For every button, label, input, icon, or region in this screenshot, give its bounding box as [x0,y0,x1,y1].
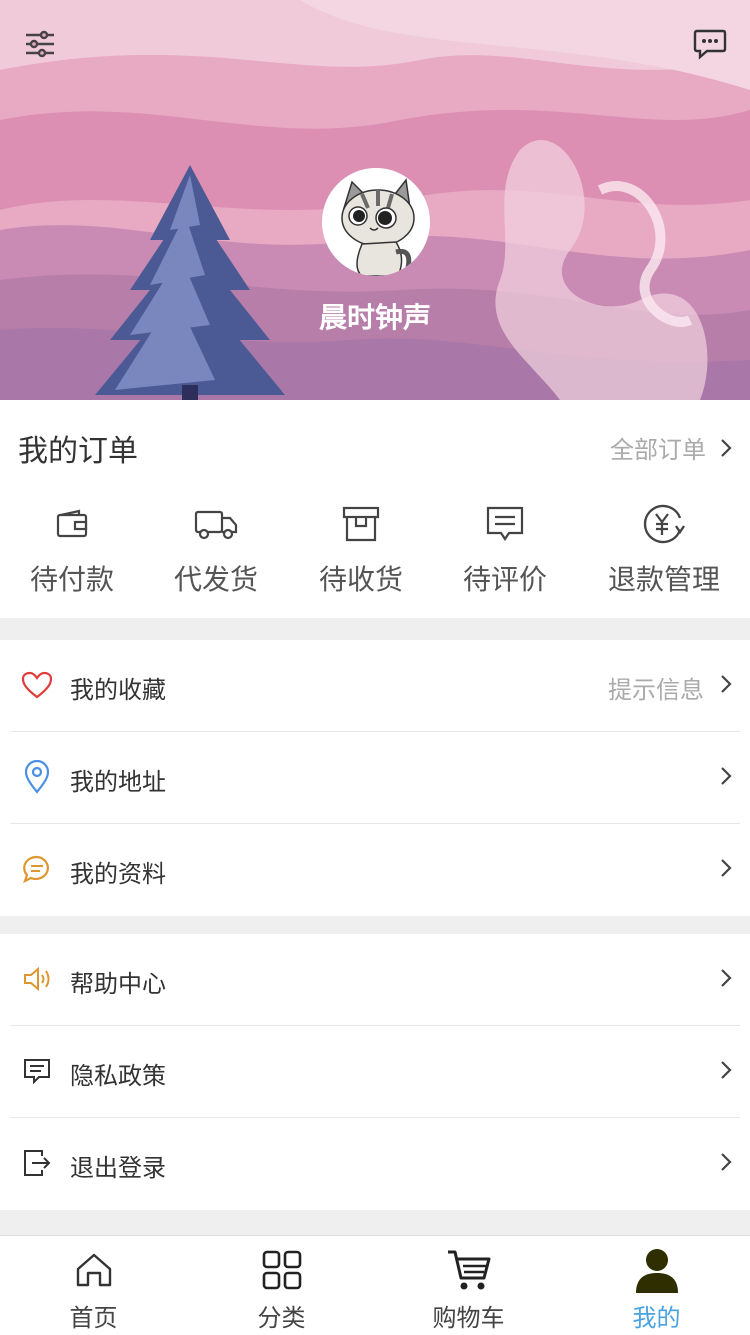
orders-title: 我的订单 [18,434,138,469]
my-orders-section: 我的订单 全部订单 待付款 代发货 待收货 待评价 退款管理 [0,400,750,618]
order-pending-receipt[interactable]: 待收货 [286,500,436,598]
menu-item-help[interactable]: 帮助中心 [0,934,750,1026]
home-icon [74,1248,114,1292]
profile-header: 晨时钟声 [0,0,750,400]
cat-avatar-image [322,168,430,276]
all-orders-label: 全部订单 [610,436,706,464]
wallet-icon [55,500,89,548]
tab-home[interactable]: 首页 [0,1236,187,1335]
order-item-label: 代发货 [173,563,258,596]
refund-icon [642,500,686,548]
box-icon [342,500,380,548]
tab-label: 我的 [632,1304,681,1332]
order-refund-management[interactable]: 退款管理 [589,500,739,598]
user-icon [634,1248,680,1293]
menu-item-label: 退出登录 [70,1154,166,1182]
tab-label: 首页 [69,1304,118,1332]
tab-cart[interactable]: 购物车 [375,1236,562,1335]
menu-item-label: 我的地址 [70,768,166,796]
order-item-label: 待评价 [462,563,547,596]
truck-icon [194,500,238,548]
menu-item-label: 隐私政策 [70,1062,166,1090]
avatar[interactable] [322,168,430,276]
order-pending-review[interactable]: 待评价 [430,500,580,598]
menu-item-profile-info[interactable]: 我的资料 [0,824,750,916]
bottom-tab-bar: 首页 分类 购物车 我的 [0,1235,750,1335]
message-icon [20,1054,54,1088]
menu-item-favorites[interactable]: 我的收藏 提示信息 [0,640,750,732]
tab-label: 分类 [257,1304,306,1332]
menu-item-label: 我的资料 [70,860,166,888]
menu-item-logout[interactable]: 退出登录 [0,1118,750,1210]
order-pending-payment[interactable]: 待付款 [0,500,147,598]
tab-label: 购物车 [432,1304,505,1332]
menu-item-privacy[interactable]: 隐私政策 [0,1026,750,1118]
settings-sliders-icon[interactable] [20,24,60,64]
chevron-right-icon [721,969,732,987]
menu-group-2: 帮助中心 隐私政策 退出登录 [0,934,750,1210]
cart-icon [446,1248,492,1292]
chevron-right-icon [721,1153,732,1171]
chevron-right-icon [721,675,732,693]
tab-mine[interactable]: 我的 [563,1236,750,1335]
order-item-label: 退款管理 [607,563,720,596]
menu-item-hint: 提示信息 [608,676,704,704]
chevron-right-icon [721,1061,732,1079]
menu-group-1: 我的收藏 提示信息 我的地址 我的资料 [0,640,750,916]
chevron-right-icon [721,767,732,785]
location-icon [20,760,54,794]
message-dots-icon[interactable] [690,24,730,64]
order-item-label: 待付款 [29,563,114,596]
order-item-label: 待收货 [318,563,403,596]
all-orders-link[interactable]: 全部订单 [610,430,732,465]
category-icon [262,1248,302,1292]
menu-item-label: 我的收藏 [70,676,166,704]
chevron-right-icon [721,438,732,457]
speaker-icon [20,962,54,996]
order-pending-shipment[interactable]: 代发货 [141,500,291,598]
chat-bubble-icon [20,852,54,886]
logout-icon [20,1146,54,1180]
tab-category[interactable]: 分类 [188,1236,375,1335]
username: 晨时钟声 [318,301,431,334]
menu-item-address[interactable]: 我的地址 [0,732,750,824]
menu-item-label: 帮助中心 [70,970,166,998]
chevron-right-icon [721,859,732,877]
heart-icon [20,668,54,702]
comment-icon [485,500,525,548]
